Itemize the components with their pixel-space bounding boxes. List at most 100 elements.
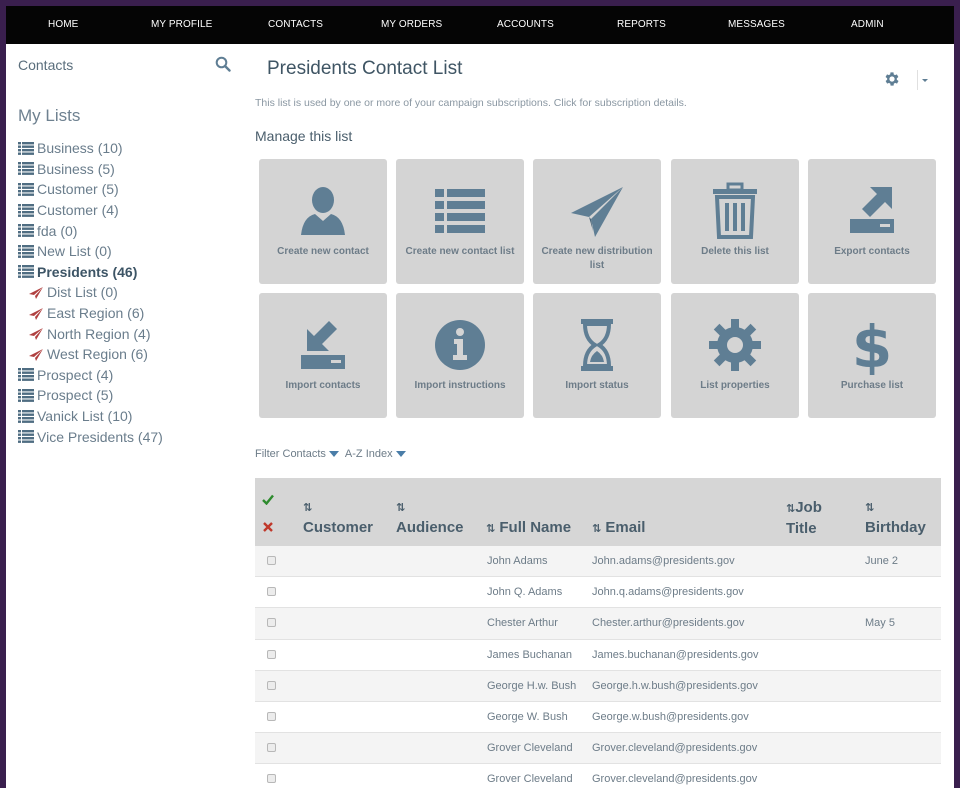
sidebar-dist-list-item[interactable]: East Region (6) bbox=[18, 303, 163, 324]
table-row[interactable]: James Buchanan James.buchanan@presidents.… bbox=[255, 639, 941, 671]
caret-down-icon bbox=[395, 451, 406, 457]
select-all-check-icon[interactable] bbox=[262, 492, 274, 510]
row-checkbox[interactable] bbox=[267, 618, 276, 628]
column-header-email[interactable]: ⇅ Email bbox=[592, 518, 645, 539]
settings-dropdown-chevron-down-icon[interactable] bbox=[917, 70, 931, 90]
column-header-job-title[interactable]: ⇅Job Title bbox=[786, 498, 822, 539]
az-index-dropdown[interactable]: A-Z Index bbox=[345, 448, 406, 460]
column-header-birthday[interactable]: ⇅ Birthday bbox=[865, 498, 926, 538]
create-new-distribution-list-button[interactable]: Create new distribution list bbox=[533, 159, 661, 284]
import-contacts-button[interactable]: Import contacts bbox=[259, 293, 387, 418]
dollar-icon: $ bbox=[852, 315, 892, 375]
table-row[interactable]: Grover Cleveland Grover.cleveland@preside… bbox=[255, 733, 941, 765]
sidebar-list-item[interactable]: Prospect (5) bbox=[18, 385, 163, 406]
subscription-info-link[interactable]: This list is used by one or more of your… bbox=[255, 97, 687, 109]
create-new-contact-list-button[interactable]: Create new contact list bbox=[396, 159, 524, 284]
table-row[interactable]: George H.w. Bush George.h.w.bush@presiden… bbox=[255, 670, 941, 702]
import-status-button[interactable]: Import status bbox=[533, 293, 661, 418]
sidebar-list-item[interactable]: Customer (4) bbox=[18, 200, 163, 221]
sidebar-list-item[interactable]: Presidents (46) bbox=[18, 262, 163, 283]
sidebar-dist-list-item[interactable]: West Region (6) bbox=[18, 344, 163, 365]
sidebar-list-label: New List (0) bbox=[37, 243, 112, 260]
list-icon bbox=[18, 430, 34, 444]
paper-plane-icon bbox=[28, 348, 44, 361]
sidebar-list-item[interactable]: Business (10) bbox=[18, 138, 163, 159]
row-checkbox[interactable] bbox=[267, 556, 276, 565]
email-cell: George.h.w.bush@presidents.gov bbox=[592, 679, 758, 692]
page-title: Presidents Contact List bbox=[267, 58, 463, 79]
main-content: Presidents Contact List This list is use… bbox=[255, 44, 954, 788]
sidebar-dist-list-item[interactable]: Dist List (0) bbox=[18, 282, 163, 303]
list-icon bbox=[18, 368, 34, 382]
table-row[interactable]: John Q. Adams John.q.adams@presidents.gov bbox=[255, 577, 941, 609]
sidebar-list-label: fda (0) bbox=[37, 222, 78, 239]
sort-icon: ⇅ bbox=[786, 503, 796, 515]
email-cell: James.buchanan@presidents.gov bbox=[592, 648, 759, 661]
row-checkbox[interactable] bbox=[267, 587, 276, 597]
sidebar-list-label: Customer (5) bbox=[37, 181, 119, 198]
row-checkbox[interactable] bbox=[267, 712, 276, 721]
row-checkbox[interactable] bbox=[267, 649, 276, 659]
full-name-cell[interactable]: Grover Cleveland bbox=[487, 773, 573, 785]
purchase-list-button[interactable]: $ Purchase list bbox=[808, 293, 936, 418]
nav-contacts[interactable]: CONTACTS bbox=[268, 19, 323, 30]
nav-home[interactable]: HOME bbox=[48, 19, 78, 30]
export-contacts-button[interactable]: Export contacts bbox=[808, 159, 936, 284]
paper-plane-icon bbox=[28, 286, 44, 299]
table-row[interactable]: John Adams John.adams@presidents.gov June … bbox=[255, 546, 941, 578]
table-row[interactable]: Grover Cleveland Grover.cleveland@preside… bbox=[255, 764, 941, 788]
full-name-cell[interactable]: George W. Bush bbox=[487, 711, 568, 723]
nav-my-profile[interactable]: MY PROFILE bbox=[151, 19, 212, 30]
full-name-cell[interactable]: Chester Arthur bbox=[487, 617, 558, 629]
nav-admin[interactable]: ADMIN bbox=[851, 19, 884, 30]
settings-gear-icon[interactable] bbox=[883, 70, 903, 90]
deselect-all-x-icon[interactable] bbox=[263, 519, 273, 537]
full-name-cell[interactable]: George H.w. Bush bbox=[487, 680, 576, 692]
sidebar-list-label: Business (5) bbox=[37, 160, 115, 177]
paper-plane-icon bbox=[571, 187, 623, 237]
sidebar-list-item[interactable]: Customer (5) bbox=[18, 179, 163, 200]
nav-reports[interactable]: REPORTS bbox=[617, 19, 666, 30]
import-icon bbox=[301, 321, 345, 369]
sort-icon: ⇅ bbox=[396, 502, 406, 514]
column-header-full-name[interactable]: ⇅ Full Name bbox=[486, 518, 571, 539]
nav-accounts[interactable]: ACCOUNTS bbox=[497, 19, 554, 30]
sidebar-list-item[interactable]: Vanick List (10) bbox=[18, 406, 163, 427]
full-name-cell[interactable]: John Q. Adams bbox=[487, 586, 562, 598]
sidebar-list-item[interactable]: Business (5) bbox=[18, 159, 163, 180]
list-properties-button[interactable]: List properties bbox=[671, 293, 799, 418]
app-frame: HOME MY PROFILE CONTACTS MY ORDERS ACCOU… bbox=[6, 6, 954, 788]
sidebar-list-label: Presidents (46) bbox=[37, 263, 138, 280]
sidebar-dist-list-item[interactable]: North Region (4) bbox=[18, 323, 163, 344]
table-row[interactable]: George W. Bush George.w.bush@presidents.g… bbox=[255, 702, 941, 734]
sidebar-list-item[interactable]: Prospect (4) bbox=[18, 365, 163, 386]
gear-icon bbox=[709, 319, 761, 371]
row-checkbox[interactable] bbox=[267, 774, 276, 784]
import-instructions-button[interactable]: Import instructions bbox=[396, 293, 524, 418]
filter-contacts-dropdown[interactable]: Filter Contacts bbox=[255, 448, 339, 460]
search-icon[interactable] bbox=[215, 56, 231, 72]
email-cell: George.w.bush@presidents.gov bbox=[592, 711, 749, 723]
sidebar-list-label: Prospect (4) bbox=[37, 366, 114, 383]
sort-icon: ⇅ bbox=[592, 523, 602, 535]
sidebar-list-item[interactable]: New List (0) bbox=[18, 241, 163, 262]
list-icon bbox=[18, 182, 34, 196]
column-header-customer[interactable]: ⇅ Customer bbox=[303, 498, 373, 538]
full-name-cell[interactable]: Grover Cleveland bbox=[487, 742, 573, 754]
caret-down-icon bbox=[328, 451, 339, 457]
sidebar-list-label: North Region (4) bbox=[47, 325, 151, 342]
sidebar-list-item[interactable]: fda (0) bbox=[18, 220, 163, 241]
nav-my-orders[interactable]: MY ORDERS bbox=[381, 19, 442, 30]
create-new-contact-button[interactable]: Create new contact bbox=[259, 159, 387, 284]
nav-messages[interactable]: MESSAGES bbox=[728, 19, 785, 30]
row-checkbox[interactable] bbox=[267, 680, 276, 690]
sidebar-list-label: Vanick List (10) bbox=[37, 408, 133, 425]
full-name-cell[interactable]: John Adams bbox=[487, 555, 548, 567]
column-header-audience[interactable]: ⇅ Audience bbox=[396, 498, 464, 538]
sidebar-list-item[interactable]: Vice Presidents (47) bbox=[18, 426, 163, 447]
table-row[interactable]: Chester Arthur Chester.arthur@presidents.… bbox=[255, 608, 941, 640]
row-checkbox[interactable] bbox=[267, 743, 276, 753]
sidebar-list-label: West Region (6) bbox=[47, 346, 148, 363]
full-name-cell[interactable]: James Buchanan bbox=[487, 649, 572, 661]
delete-list-button[interactable]: Delete this list bbox=[671, 159, 799, 284]
